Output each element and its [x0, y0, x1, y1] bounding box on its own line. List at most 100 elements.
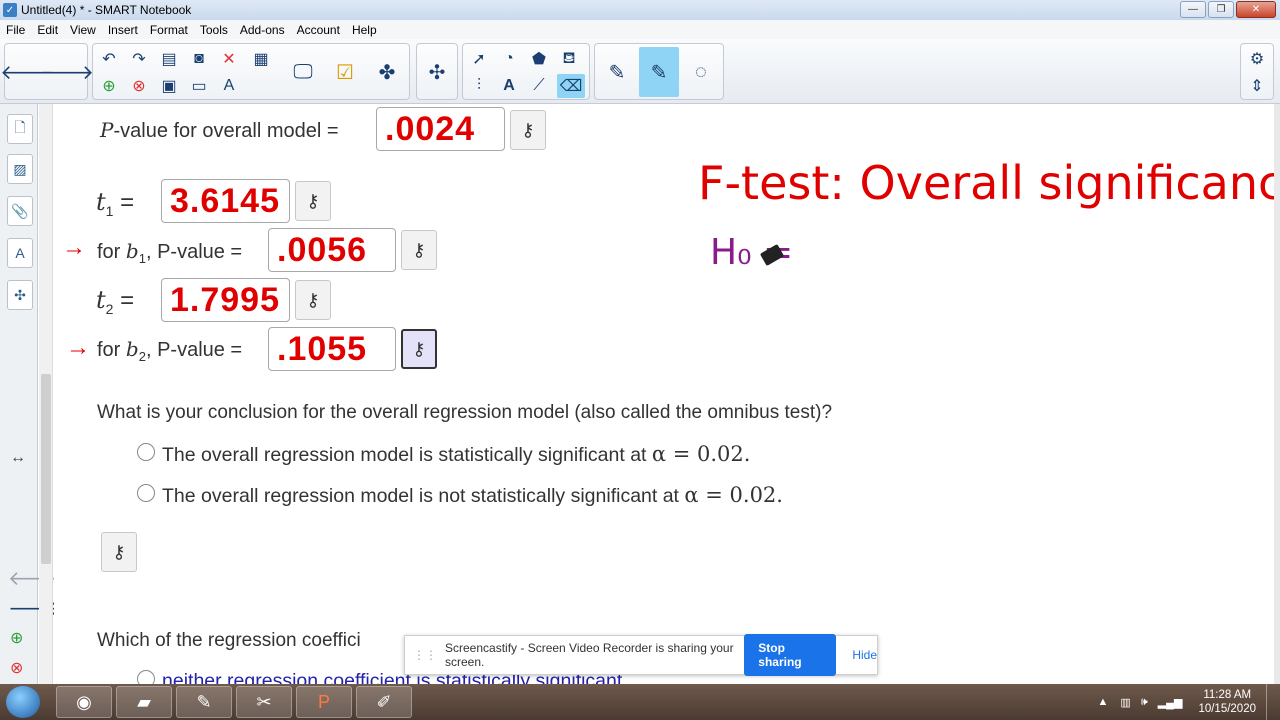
- answer-key-icon[interactable]: ⚷: [401, 230, 437, 270]
- handwritten-title: F-test: Overall significance: [698, 156, 1274, 210]
- network-icon[interactable]: ▥: [1120, 696, 1130, 709]
- notebook-canvas[interactable]: P-value for overall model = .0024 ⚷ t1 =…: [54, 104, 1274, 684]
- display-icon[interactable]: 🖵: [283, 47, 323, 97]
- volume-icon[interactable]: 🕪: [1141, 696, 1148, 709]
- eraser-options-group: ✎ ✎ ◌: [594, 43, 724, 100]
- edit-group: ↶ ↷ ▤ ◙ ✕ ▦ ⊕ ⊗ ▣ ▭ A 🖵 ☑ ✤: [92, 43, 410, 100]
- resize-arrows-icon[interactable]: ↔: [10, 449, 26, 467]
- text-icon[interactable]: A: [495, 74, 523, 98]
- menu-insert[interactable]: Insert: [102, 23, 144, 37]
- menu-account[interactable]: Account: [291, 23, 346, 37]
- attachments-icon[interactable]: 📎: [7, 196, 33, 226]
- shapes-icon[interactable]: ◔: [495, 47, 523, 71]
- screen-capture-icon[interactable]: ◙: [185, 47, 213, 71]
- eraser-medium-icon[interactable]: ✎: [639, 47, 679, 97]
- addons-icon[interactable]: ✤: [367, 47, 407, 97]
- t1-input[interactable]: 3.6145: [161, 179, 290, 223]
- menu-tools[interactable]: Tools: [194, 23, 234, 37]
- eraser-icon[interactable]: ⌫: [557, 74, 585, 98]
- menu-format[interactable]: Format: [144, 23, 194, 37]
- hide-link[interactable]: Hide: [852, 648, 877, 662]
- clock[interactable]: 11:28 AM 10/15/2020: [1188, 688, 1266, 716]
- measure-icon[interactable]: ⫶: [465, 74, 493, 98]
- drag-handle-icon[interactable]: ⋮⋮: [413, 648, 437, 662]
- pen-tool-taskbar-icon[interactable]: ✐: [356, 686, 412, 718]
- b2-pvalue-input[interactable]: .1055: [268, 327, 396, 371]
- save-icon[interactable]: ▣: [155, 74, 183, 98]
- line-icon[interactable]: ⟋: [525, 74, 553, 98]
- menu-view[interactable]: View: [64, 23, 102, 37]
- stop-sharing-button[interactable]: Stop sharing: [744, 634, 837, 676]
- addons-tab-icon[interactable]: ✣: [7, 280, 33, 310]
- gallery-icon[interactable]: ▨: [7, 154, 33, 184]
- right-edge-bar: [1274, 104, 1280, 684]
- maximize-button[interactable]: ❐: [1208, 1, 1234, 18]
- app-icon: ✓: [3, 3, 17, 17]
- b1-pvalue-input[interactable]: .0056: [268, 228, 396, 272]
- scrollbar-thumb[interactable]: [41, 374, 51, 564]
- undo-icon[interactable]: ↶: [95, 47, 123, 71]
- answer-key-icon[interactable]: ⚷: [295, 280, 331, 320]
- lab-group: ✣: [416, 43, 458, 100]
- tray-expand-icon[interactable]: ▲: [1097, 696, 1108, 708]
- toolbar: 🡐 🡒 ↶ ↷ ▤ ◙ ✕ ▦ ⊕ ⊗ ▣ ▭ A 🖵 ☑ ✤ ✣ ➚ ◔ ⬟ …: [0, 39, 1280, 104]
- option-not-significant-label[interactable]: The overall regression model is not stat…: [162, 483, 783, 508]
- smart-notebook-taskbar-icon[interactable]: ✎: [176, 686, 232, 718]
- open-file-icon[interactable]: ▤: [155, 47, 183, 71]
- clock-date: 10/15/2020: [1198, 703, 1256, 715]
- properties-icon[interactable]: A: [7, 238, 33, 268]
- menu-addons[interactable]: Add-ons: [234, 23, 291, 37]
- forward-arrow-icon[interactable]: 🡒: [40, 47, 94, 97]
- text-format-icon[interactable]: A: [215, 74, 243, 98]
- answer-key-icon[interactable]: ⚷: [401, 329, 437, 369]
- taskbar: ◉ ▰ ✎ ✂ P ✐ ▲ ▥ 🕪 ▂▄▆ 11:28 AM 10/15/202…: [0, 684, 1280, 720]
- red-arrow-annotation: →: [62, 234, 86, 261]
- snipping-tool-taskbar-icon[interactable]: ✂: [236, 686, 292, 718]
- toolbar-move-icon[interactable]: ⇕: [1243, 74, 1271, 98]
- t2-label: t2 =: [96, 286, 135, 317]
- eraser-small-icon[interactable]: ✎: [597, 47, 637, 97]
- side-tabs: 🗋 ▨ 📎 A ✣ ↔ 🡐 🡒 ⊕ ⊗: [0, 104, 62, 684]
- redo-icon[interactable]: ↷: [125, 47, 153, 71]
- option-neither-radio[interactable]: [137, 670, 155, 684]
- sharing-message: Screencastify - Screen Video Recorder is…: [445, 641, 734, 669]
- window-title: Untitled(4) * - SMART Notebook: [21, 3, 192, 17]
- option-significant-radio[interactable]: [137, 443, 155, 461]
- answer-key-icon[interactable]: ⚷: [295, 181, 331, 221]
- close-button[interactable]: ✕: [1236, 1, 1276, 18]
- menu-file[interactable]: File: [0, 23, 31, 37]
- add-page-side-icon[interactable]: ⊕: [10, 628, 23, 648]
- answer-key-icon[interactable]: ⚷: [510, 110, 546, 150]
- show-desktop-button[interactable]: [1266, 684, 1280, 720]
- t2-input[interactable]: 1.7995: [161, 278, 290, 322]
- answer-key-icon[interactable]: ⚷: [101, 532, 137, 572]
- add-page-icon[interactable]: ⊕: [95, 74, 123, 98]
- file-explorer-taskbar-icon[interactable]: ▰: [116, 686, 172, 718]
- menu-help[interactable]: Help: [346, 23, 383, 37]
- delete-icon[interactable]: ✕: [215, 47, 243, 71]
- pvalue-overall-label: P-value for overall model =: [100, 118, 339, 142]
- eraser-circle-icon[interactable]: ◌: [681, 47, 721, 97]
- settings-gear-icon[interactable]: ⚙: [1243, 47, 1271, 71]
- screen-shade-icon[interactable]: ▭: [185, 74, 213, 98]
- option-not-significant-radio[interactable]: [137, 484, 155, 502]
- delete-page-icon[interactable]: ⊗: [125, 74, 153, 98]
- menu-bar: File Edit View Insert Format Tools Add-o…: [0, 20, 1280, 39]
- select-pointer-icon[interactable]: ➚: [465, 47, 493, 71]
- puzzle-icon[interactable]: ✣: [417, 47, 457, 97]
- signal-icon[interactable]: ▂▄▆: [1158, 696, 1183, 709]
- page-sorter-icon[interactable]: 🗋: [7, 114, 33, 144]
- powerpoint-taskbar-icon[interactable]: P: [296, 686, 352, 718]
- response-icon[interactable]: ☑: [325, 47, 365, 97]
- start-button[interactable]: [6, 686, 40, 718]
- pvalue-overall-input[interactable]: .0024: [376, 107, 505, 151]
- option-significant-label[interactable]: The overall regression model is statisti…: [162, 442, 750, 467]
- table-icon[interactable]: ▦: [247, 47, 275, 71]
- vertical-scrollbar[interactable]: [39, 104, 53, 684]
- menu-edit[interactable]: Edit: [31, 23, 64, 37]
- fill-shape-icon[interactable]: ⬟: [525, 47, 553, 71]
- minimize-button[interactable]: —: [1180, 1, 1206, 18]
- delete-page-side-icon[interactable]: ⊗: [10, 658, 23, 678]
- chrome-taskbar-icon[interactable]: ◉: [56, 686, 112, 718]
- fill-icon[interactable]: ⛾: [555, 47, 583, 71]
